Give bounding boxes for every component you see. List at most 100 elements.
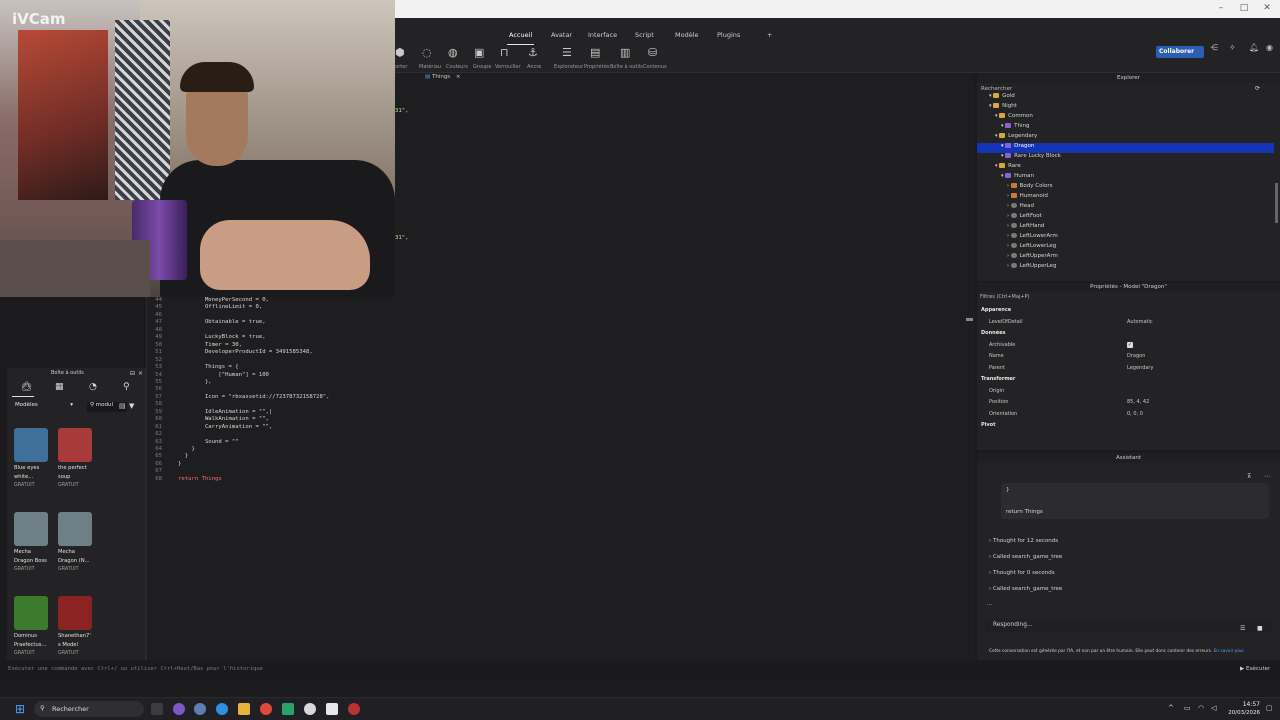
expand-icon[interactable]: › (1007, 253, 1011, 259)
wifi-icon[interactable]: ◠ (1198, 704, 1204, 712)
expand-icon[interactable]: › (1007, 263, 1011, 269)
taskbar-search[interactable]: ⚲ Rechercher (34, 701, 144, 717)
more-icon[interactable]: ⋯ (1264, 473, 1270, 480)
app-icon[interactable] (282, 703, 294, 715)
learn-more-link[interactable]: En savoir plus (1214, 649, 1244, 654)
tree-item[interactable]: ▾ Common (977, 113, 1274, 123)
tools-icon[interactable]: ✧ (1229, 43, 1236, 52)
toolbox-asset[interactable]: Mecha Dragon (N... GRATUIT (58, 512, 116, 573)
assistant-input[interactable]: Responding... (985, 619, 1273, 633)
property-row[interactable]: Origin (977, 388, 1280, 398)
property-row[interactable]: Archivable ✓ (977, 341, 1280, 352)
tree-item[interactable]: › LeftHand (977, 223, 1274, 233)
collaborate-button[interactable]: Collaborer (1156, 46, 1204, 58)
app-icon[interactable] (304, 703, 316, 715)
clock-time[interactable]: 14:57 (1228, 701, 1260, 708)
task-view-icon[interactable] (151, 703, 163, 715)
tree-item[interactable]: › LeftLowerArm (977, 233, 1274, 243)
expand-icon[interactable]: › (1007, 203, 1011, 209)
tree-item[interactable]: ▾ Rare (977, 163, 1274, 173)
add-tab-button[interactable]: + (763, 29, 776, 41)
volume-icon[interactable]: ◁ (1211, 704, 1216, 712)
close-button[interactable]: ✕ (1256, 3, 1278, 13)
tree-item[interactable]: ▾ Night (977, 103, 1274, 113)
tab-interface[interactable]: Interface (584, 29, 621, 41)
doc-tab-things[interactable]: ▤ Things × (425, 74, 461, 80)
close-tab-icon[interactable]: × (456, 74, 461, 80)
expand-icon[interactable]: › (1007, 223, 1011, 229)
property-value[interactable]: 0, 0, 0 (1127, 411, 1143, 417)
property-row[interactable]: Name Dragon (977, 353, 1280, 363)
tree-item[interactable]: ▾ Gold (977, 93, 1274, 103)
tree-item[interactable]: › LeftUpperArm (977, 253, 1274, 263)
history-icon[interactable]: ⊼ (1247, 473, 1251, 480)
run-button[interactable]: ▶ Exécuter (1240, 666, 1270, 672)
property-value[interactable]: Legendary (1127, 365, 1153, 371)
chevron-up-icon[interactable]: ^ (1168, 704, 1174, 712)
property-category[interactable]: Apparence (977, 307, 1280, 317)
tab-accueil[interactable]: Accueil (505, 29, 536, 45)
refresh-icon[interactable]: ⟳ (1255, 85, 1260, 92)
tree-item[interactable]: › LeftUpperLeg (977, 263, 1274, 273)
step-item[interactable]: › Thought for 0 seconds (989, 570, 1055, 576)
expand-icon[interactable]: › (1007, 213, 1011, 219)
tree-item[interactable]: ▾ Dragon (977, 143, 1274, 153)
tree-item[interactable]: › LeftLowerLeg (977, 243, 1274, 253)
property-category[interactable]: Données (977, 330, 1280, 340)
close-icon[interactable]: × (138, 370, 143, 377)
tree-item[interactable]: ▾ Legendary (977, 133, 1274, 143)
properties-filter[interactable]: Filtres (Ctrl+Maj+P) (980, 294, 1029, 300)
property-value[interactable]: 85, 4, 42 (1127, 399, 1149, 405)
file-explorer-icon[interactable] (238, 703, 250, 715)
share-icon[interactable]: ⋲ (1210, 43, 1218, 52)
property-value[interactable]: Automatic (1127, 319, 1153, 325)
toolbox-asset[interactable]: the perfect soup GRATUIT (58, 428, 116, 489)
property-category[interactable]: Pivot (977, 422, 1280, 432)
editor-scrollbar[interactable] (966, 318, 973, 321)
minimize-button[interactable]: – (1210, 3, 1232, 13)
anchor-icon[interactable]: ⚓ (528, 46, 538, 59)
filter-icon[interactable]: ▼ (129, 402, 134, 410)
attach-icon[interactable]: ☰ (1240, 625, 1245, 632)
material-icon[interactable]: ◌ (422, 46, 432, 59)
lock-icon[interactable]: ⊓ (500, 46, 509, 59)
pin-icon[interactable]: ⊟ (130, 370, 135, 377)
tree-item[interactable]: ▾ Thing (977, 123, 1274, 133)
property-row[interactable]: Orientation 0, 0, 0 (977, 411, 1280, 421)
settings-icon[interactable] (194, 703, 206, 715)
app-icon[interactable] (173, 703, 185, 715)
command-bar[interactable]: Exécuter une commande avec Ctrl+/ ou uti… (0, 663, 1280, 677)
properties-icon[interactable]: ▤ (590, 46, 600, 59)
property-value[interactable]: Dragon (1127, 353, 1145, 359)
checkbox[interactable]: ✓ (1127, 341, 1133, 348)
tree-item[interactable]: › Body Colors (977, 183, 1274, 193)
tree-item[interactable]: ▾ Human (977, 173, 1274, 183)
windows-start-icon[interactable]: ⊞ (15, 702, 25, 716)
import-icon[interactable]: ⬢ (395, 46, 405, 59)
toolbox-icon[interactable]: ▥ (620, 46, 630, 59)
chrome-icon[interactable] (260, 703, 272, 715)
category-select[interactable]: Modèles ▾ (15, 402, 77, 412)
notifications-icon[interactable]: 🔔︎ (1249, 43, 1259, 52)
tab-modele[interactable]: Modèle (671, 29, 703, 41)
palette-icon[interactable]: ◍ (448, 46, 458, 59)
property-row[interactable]: Parent Legendary (977, 365, 1280, 375)
location-icon[interactable]: ⚲ (123, 382, 130, 392)
tree-item[interactable]: ▾ Rare Lucky Block (977, 153, 1274, 163)
network-icon[interactable]: ▭ (1184, 704, 1191, 712)
step-item[interactable]: › Called search_game_tree (989, 586, 1062, 592)
property-category[interactable]: Transformer (977, 376, 1280, 386)
explorer-scrollbar[interactable] (1275, 183, 1278, 223)
roblox-studio-icon[interactable] (326, 703, 338, 715)
toolbox-asset[interactable]: Shanethan7' s Model GRATUIT (58, 596, 116, 657)
edge-icon[interactable] (216, 703, 228, 715)
tab-script[interactable]: Script (631, 29, 658, 41)
clock-date[interactable]: 20/03/2026 (1222, 710, 1260, 716)
explorer-search[interactable]: Rechercher (981, 86, 1012, 92)
tab-plugins[interactable]: Plugins (713, 29, 744, 41)
group-icon[interactable]: ▣ (474, 46, 484, 59)
explorer-icon[interactable]: ☰ (562, 46, 572, 59)
tree-item[interactable]: › Humanoid (977, 193, 1274, 203)
recent-icon[interactable]: ◔ (89, 382, 97, 392)
step-item[interactable]: › Thought for 12 seconds (989, 538, 1058, 544)
